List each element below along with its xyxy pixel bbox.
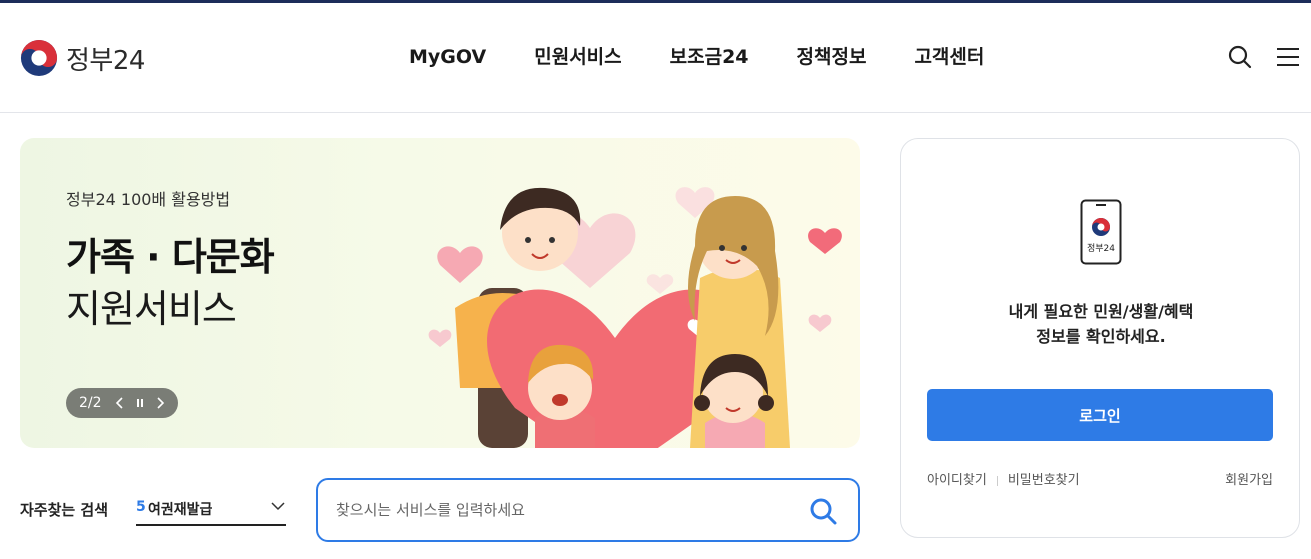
login-button[interactable]: 로그인 xyxy=(927,389,1273,441)
brand-name: 정부24 xyxy=(66,45,145,76)
find-id-link[interactable]: 아이디찾기 xyxy=(927,473,987,488)
frequent-search-label: 자주찾는 검색 xyxy=(20,501,109,519)
banner-title: 가족 · 다문화 xyxy=(66,235,275,279)
search-icon[interactable] xyxy=(808,496,838,526)
hamburger-menu-icon[interactable] xyxy=(1274,43,1302,71)
taeguk-logo-icon xyxy=(20,39,58,77)
site-header: 정부24 MyGOV 민원서비스 보조금24 정책정보 고객센터 xyxy=(0,3,1311,113)
login-message: 내게 필요한 민원/생활/혜택 정보를 확인하세요. xyxy=(901,299,1301,349)
family-illustration xyxy=(428,187,842,448)
nav-item-subsidy24[interactable]: 보조금24 xyxy=(646,43,773,71)
service-search-input[interactable] xyxy=(336,494,796,526)
chevron-right-icon xyxy=(156,397,164,409)
banner-eyebrow: 정부24 100배 활용방법 xyxy=(66,190,231,209)
banner-pause-button[interactable] xyxy=(130,393,150,413)
nav-item-customer-center[interactable]: 고객센터 xyxy=(890,43,1008,71)
main-nav: MyGOV 민원서비스 보조금24 정책정보 고객센터 xyxy=(385,43,1008,71)
nav-item-policy-info[interactable]: 정책정보 xyxy=(773,43,891,71)
chevron-down-icon xyxy=(271,502,285,511)
banner-prev-button[interactable] xyxy=(110,393,130,413)
nav-item-mygov[interactable]: MyGOV xyxy=(385,43,510,71)
phone-icon: 정부24 xyxy=(1080,199,1122,265)
login-message-line1: 내게 필요한 민원/생활/혜택 xyxy=(1008,302,1194,321)
site-logo[interactable]: 정부24 xyxy=(20,39,145,77)
banner-counter: 2/2 xyxy=(79,395,102,411)
login-links: 아이디찾기 비밀번호찾기 회원가입 xyxy=(927,469,1273,488)
login-message-line2: 정보를 확인하세요. xyxy=(1036,327,1166,346)
service-search-box xyxy=(316,478,860,542)
pause-icon xyxy=(136,399,143,407)
chevron-left-icon xyxy=(115,397,123,409)
phone-icon-label: 정부24 xyxy=(1087,243,1115,254)
link-divider xyxy=(996,475,998,486)
search-icon[interactable] xyxy=(1226,43,1254,71)
nav-item-civil-service[interactable]: 민원서비스 xyxy=(510,43,645,71)
signup-link[interactable]: 회원가입 xyxy=(1225,469,1273,488)
frequent-search-term: 여권재발급 xyxy=(148,502,213,518)
banner-subtitle: 지원서비스 xyxy=(66,287,237,331)
banner-controls: 2/2 xyxy=(66,388,178,418)
frequent-search-rank: 5 xyxy=(136,499,146,515)
banner-next-button[interactable] xyxy=(150,393,170,413)
frequent-search-dropdown[interactable]: 5 여권재발급 xyxy=(136,490,286,526)
hero-banner[interactable]: 정부24 100배 활용방법 가족 · 다문화 지원서비스 2/2 xyxy=(20,138,860,448)
find-password-link[interactable]: 비밀번호찾기 xyxy=(1008,473,1080,488)
login-panel: 정부24 내게 필요한 민원/생활/혜택 정보를 확인하세요. 로그인 아이디찾… xyxy=(900,138,1300,538)
